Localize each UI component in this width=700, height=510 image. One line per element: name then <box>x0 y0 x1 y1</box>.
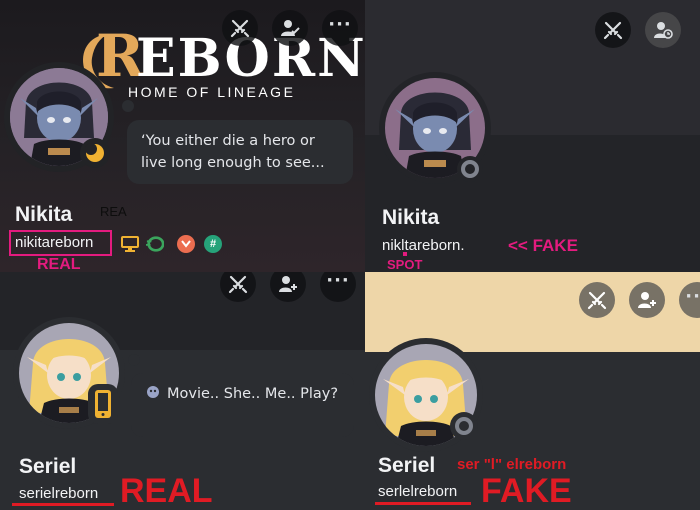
friend-check-icon <box>281 20 300 36</box>
profile-card-seriel-fake: ··· Seriel ser "l" elreborn serlelreborn… <box>365 272 700 510</box>
more-dots-icon: ··· <box>685 286 700 307</box>
more-dots-icon: ··· <box>326 272 350 291</box>
swords-icon <box>603 21 623 40</box>
username-underline <box>375 502 471 505</box>
boost-icon <box>177 235 195 253</box>
more-dots-icon: ··· <box>328 14 352 35</box>
username: nikitareborn <box>15 234 94 251</box>
profile-card-nikita-fake: Nikita nikltareborn. << FAKE SPOT <box>365 0 700 272</box>
username: serlelreborn <box>378 483 458 500</box>
game-button[interactable] <box>595 12 631 48</box>
friend-pending-button[interactable] <box>645 12 681 48</box>
add-friend-icon <box>279 276 297 292</box>
annotation-note: ser "l" elreborn <box>457 456 567 473</box>
game-button[interactable] <box>579 282 615 318</box>
game-button[interactable] <box>222 10 258 46</box>
swords-icon <box>230 19 250 38</box>
more-button[interactable]: ··· <box>322 10 358 46</box>
logo-subtitle: HOME OF LINEAGE <box>128 84 296 100</box>
display-name: Seriel <box>19 455 77 478</box>
annotation-real: REAL <box>37 256 81 272</box>
display-name: Nikita <box>15 203 73 226</box>
bubble-dot <box>128 354 140 366</box>
annotation-fake: FAKE <box>481 472 572 510</box>
swords-icon <box>587 291 607 310</box>
offline-status <box>450 412 478 440</box>
nitro-icon <box>146 235 164 253</box>
display-name: Seriel <box>378 454 436 477</box>
annotation-top-label: REA <box>100 204 127 219</box>
custom-status-bubble: ‘You either die a hero or live long enou… <box>127 120 353 184</box>
hashtag-icon: # <box>204 235 222 253</box>
friend-status-button[interactable] <box>272 10 308 46</box>
bubble-dot <box>122 100 134 112</box>
profile-card-seriel-real: ··· Movie.. She.. Me.. Play? Seriel seri… <box>0 272 365 510</box>
custom-status-emoji-icon <box>145 384 161 400</box>
swords-icon <box>228 275 248 294</box>
username: nikltareborn. <box>382 237 465 254</box>
username: serielreborn <box>19 485 99 502</box>
offline-icon <box>455 417 473 435</box>
annotation-real: REAL <box>120 472 213 510</box>
display-name: Nikita <box>382 206 440 229</box>
mobile-status <box>88 384 118 424</box>
moon-icon <box>85 143 104 162</box>
desktop-icon <box>121 235 139 253</box>
annotation-spot: SPOT <box>387 257 423 272</box>
add-friend-icon <box>638 292 656 308</box>
username-underline <box>12 503 114 506</box>
profile-card-nikita-real: R EBORN HOME OF LINEAGE ··· ‘You either … <box>0 0 365 272</box>
offline-status <box>457 156 483 182</box>
custom-status-text: Movie.. She.. Me.. Play? <box>167 386 339 402</box>
annotation-fake: << FAKE <box>508 236 578 255</box>
idle-status <box>80 138 110 168</box>
custom-status-text: ‘You either die a hero or live long enou… <box>141 133 325 171</box>
mobile-phone-icon <box>95 390 111 418</box>
spot-marker <box>403 252 407 256</box>
offline-icon <box>461 160 479 178</box>
add-friend-button[interactable] <box>629 282 665 318</box>
custom-status-bubble: Movie.. She.. Me.. Play? <box>131 373 354 437</box>
friend-clock-icon <box>654 22 673 39</box>
